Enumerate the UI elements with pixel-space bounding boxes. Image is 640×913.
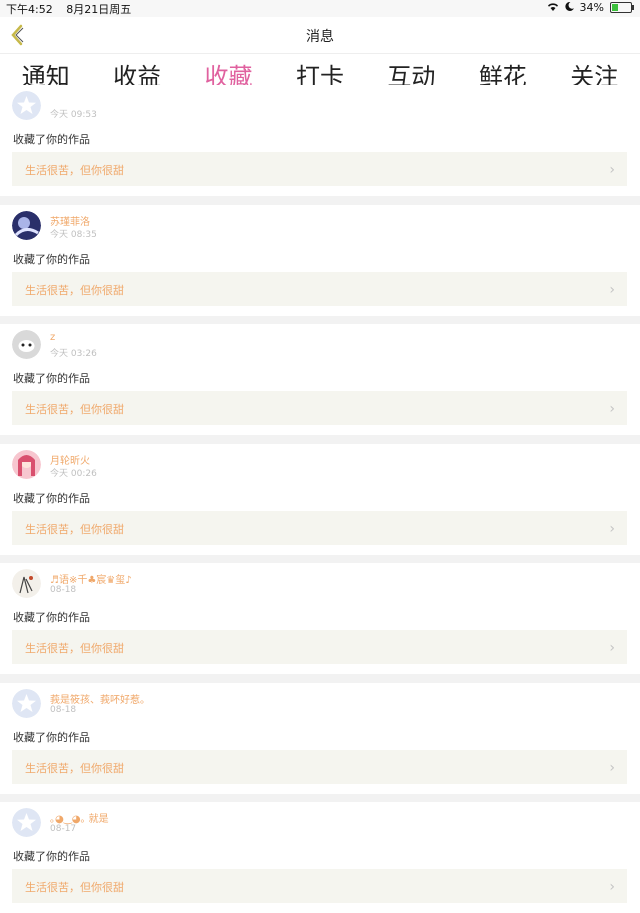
work-link[interactable]: 生活很苦，但你很甜 › [12,869,627,903]
work-link[interactable]: 生活很苦，但你很甜 › [12,391,627,425]
timestamp: 今天 08:35 [50,229,97,240]
action-text: 收藏了你的作品 [13,372,90,385]
work-title: 生活很苦，但你很甜 [25,642,124,655]
chevron-right-icon: › [609,281,615,298]
list-item[interactable]: 苏瑾菲洛 今天 08:35 收藏了你的作品生活很苦，但你很甜 › [0,204,640,316]
timestamp: 08-18 [50,704,77,715]
list-item[interactable]: 今天 09:53 收藏了你的作品生活很苦，但你很甜 › [0,85,640,196]
chevron-right-icon: › [609,401,615,417]
avatar[interactable] [12,91,41,120]
user-name[interactable]: 莪是筱孩、莪吥好惹。 [50,691,150,706]
status-date: 8月21日周五 [66,3,132,16]
work-title: 生活很苦，但你很甜 [25,283,124,297]
work-title: 生活很苦，但你很甜 [25,761,124,775]
wifi-icon [547,1,559,14]
status-bar: 下午4:52 8月21日周五 34% [0,0,640,17]
status-time: 下午4:52 [6,3,53,16]
action-text: 收藏了你的作品 [13,133,90,146]
action-text: 收藏了你的作品 [13,730,90,744]
action-text: 收藏了你的作品 [13,491,90,505]
list-item[interactable]: 月轮昕火 今天 00:26 收藏了你的作品生活很苦，但你很甜 › [0,443,640,555]
user-name[interactable]: ♬语※千♣宸♛玺♪ [50,571,132,586]
user-name[interactable]: z [50,332,55,343]
list-item[interactable]: z 今天 03:26 收藏了你的作品生活很苦，但你很甜 › [0,324,640,435]
work-title: 生活很苦，但你很甜 [25,522,124,536]
battery-icon [610,2,634,13]
chevron-right-icon: › [609,640,615,656]
work-link[interactable]: 生活很苦，但你很甜 › [12,749,627,784]
user-name[interactable]: ｡◕‿◕｡ 就是 [50,810,109,825]
page-title: 消息 [306,29,334,45]
timestamp: 今天 00:26 [50,468,97,479]
user-name[interactable]: 苏瑾菲洛 [50,213,90,228]
avatar[interactable] [12,210,41,240]
list-item[interactable]: 莪是筱孩、莪吥好惹。 08-18 收藏了你的作品生活很苦，但你很甜 › [0,682,640,794]
chevron-right-icon: › [609,879,615,895]
list-item[interactable]: ♬语※千♣宸♛玺♪ 08-18 收藏了你的作品生活很苦，但你很甜 › [0,563,640,674]
work-link[interactable]: 生活很苦，但你很甜 › [12,152,627,186]
timestamp: 08-17 [50,824,77,834]
avatar[interactable] [12,449,41,479]
timestamp: 今天 03:26 [50,349,97,359]
work-title: 生活很苦，但你很甜 [25,881,124,894]
chevron-right-icon: › [609,759,615,776]
work-link[interactable]: 生活很苦，但你很甜 › [12,510,627,545]
avatar[interactable] [12,330,41,359]
user-name[interactable]: 月轮昕火 [50,452,90,467]
avatar[interactable] [12,569,41,598]
work-title: 生活很苦，但你很甜 [25,403,124,416]
moon-icon [564,1,574,14]
timestamp: 08-18 [50,585,77,595]
action-text: 收藏了你的作品 [13,611,90,624]
battery-percent: 34% [579,1,604,14]
list-item[interactable]: ｡◕‿◕｡ 就是 08-17 收藏了你的作品生活很苦，但你很甜 › [0,802,640,913]
action-text: 收藏了你的作品 [13,252,90,266]
nav-bar: 消息 [0,17,640,54]
work-title: 生活很苦，但你很甜 [25,164,124,177]
message-list: 今天 09:53 收藏了你的作品 生活很苦，但你很甜 › 苏瑾菲洛 今天 08:35 收藏了… [0,85,640,913]
chevron-right-icon: › [609,162,615,178]
avatar[interactable] [12,688,41,718]
work-link[interactable]: 生活很苦，但你很甜 › [12,271,627,306]
work-link[interactable]: 生活很苦，但你很甜 › [12,630,627,664]
avatar[interactable] [12,808,41,837]
timestamp: 今天 09:53 [50,110,97,120]
action-text: 收藏了你的作品 [13,850,90,863]
chevron-right-icon: › [609,520,615,537]
